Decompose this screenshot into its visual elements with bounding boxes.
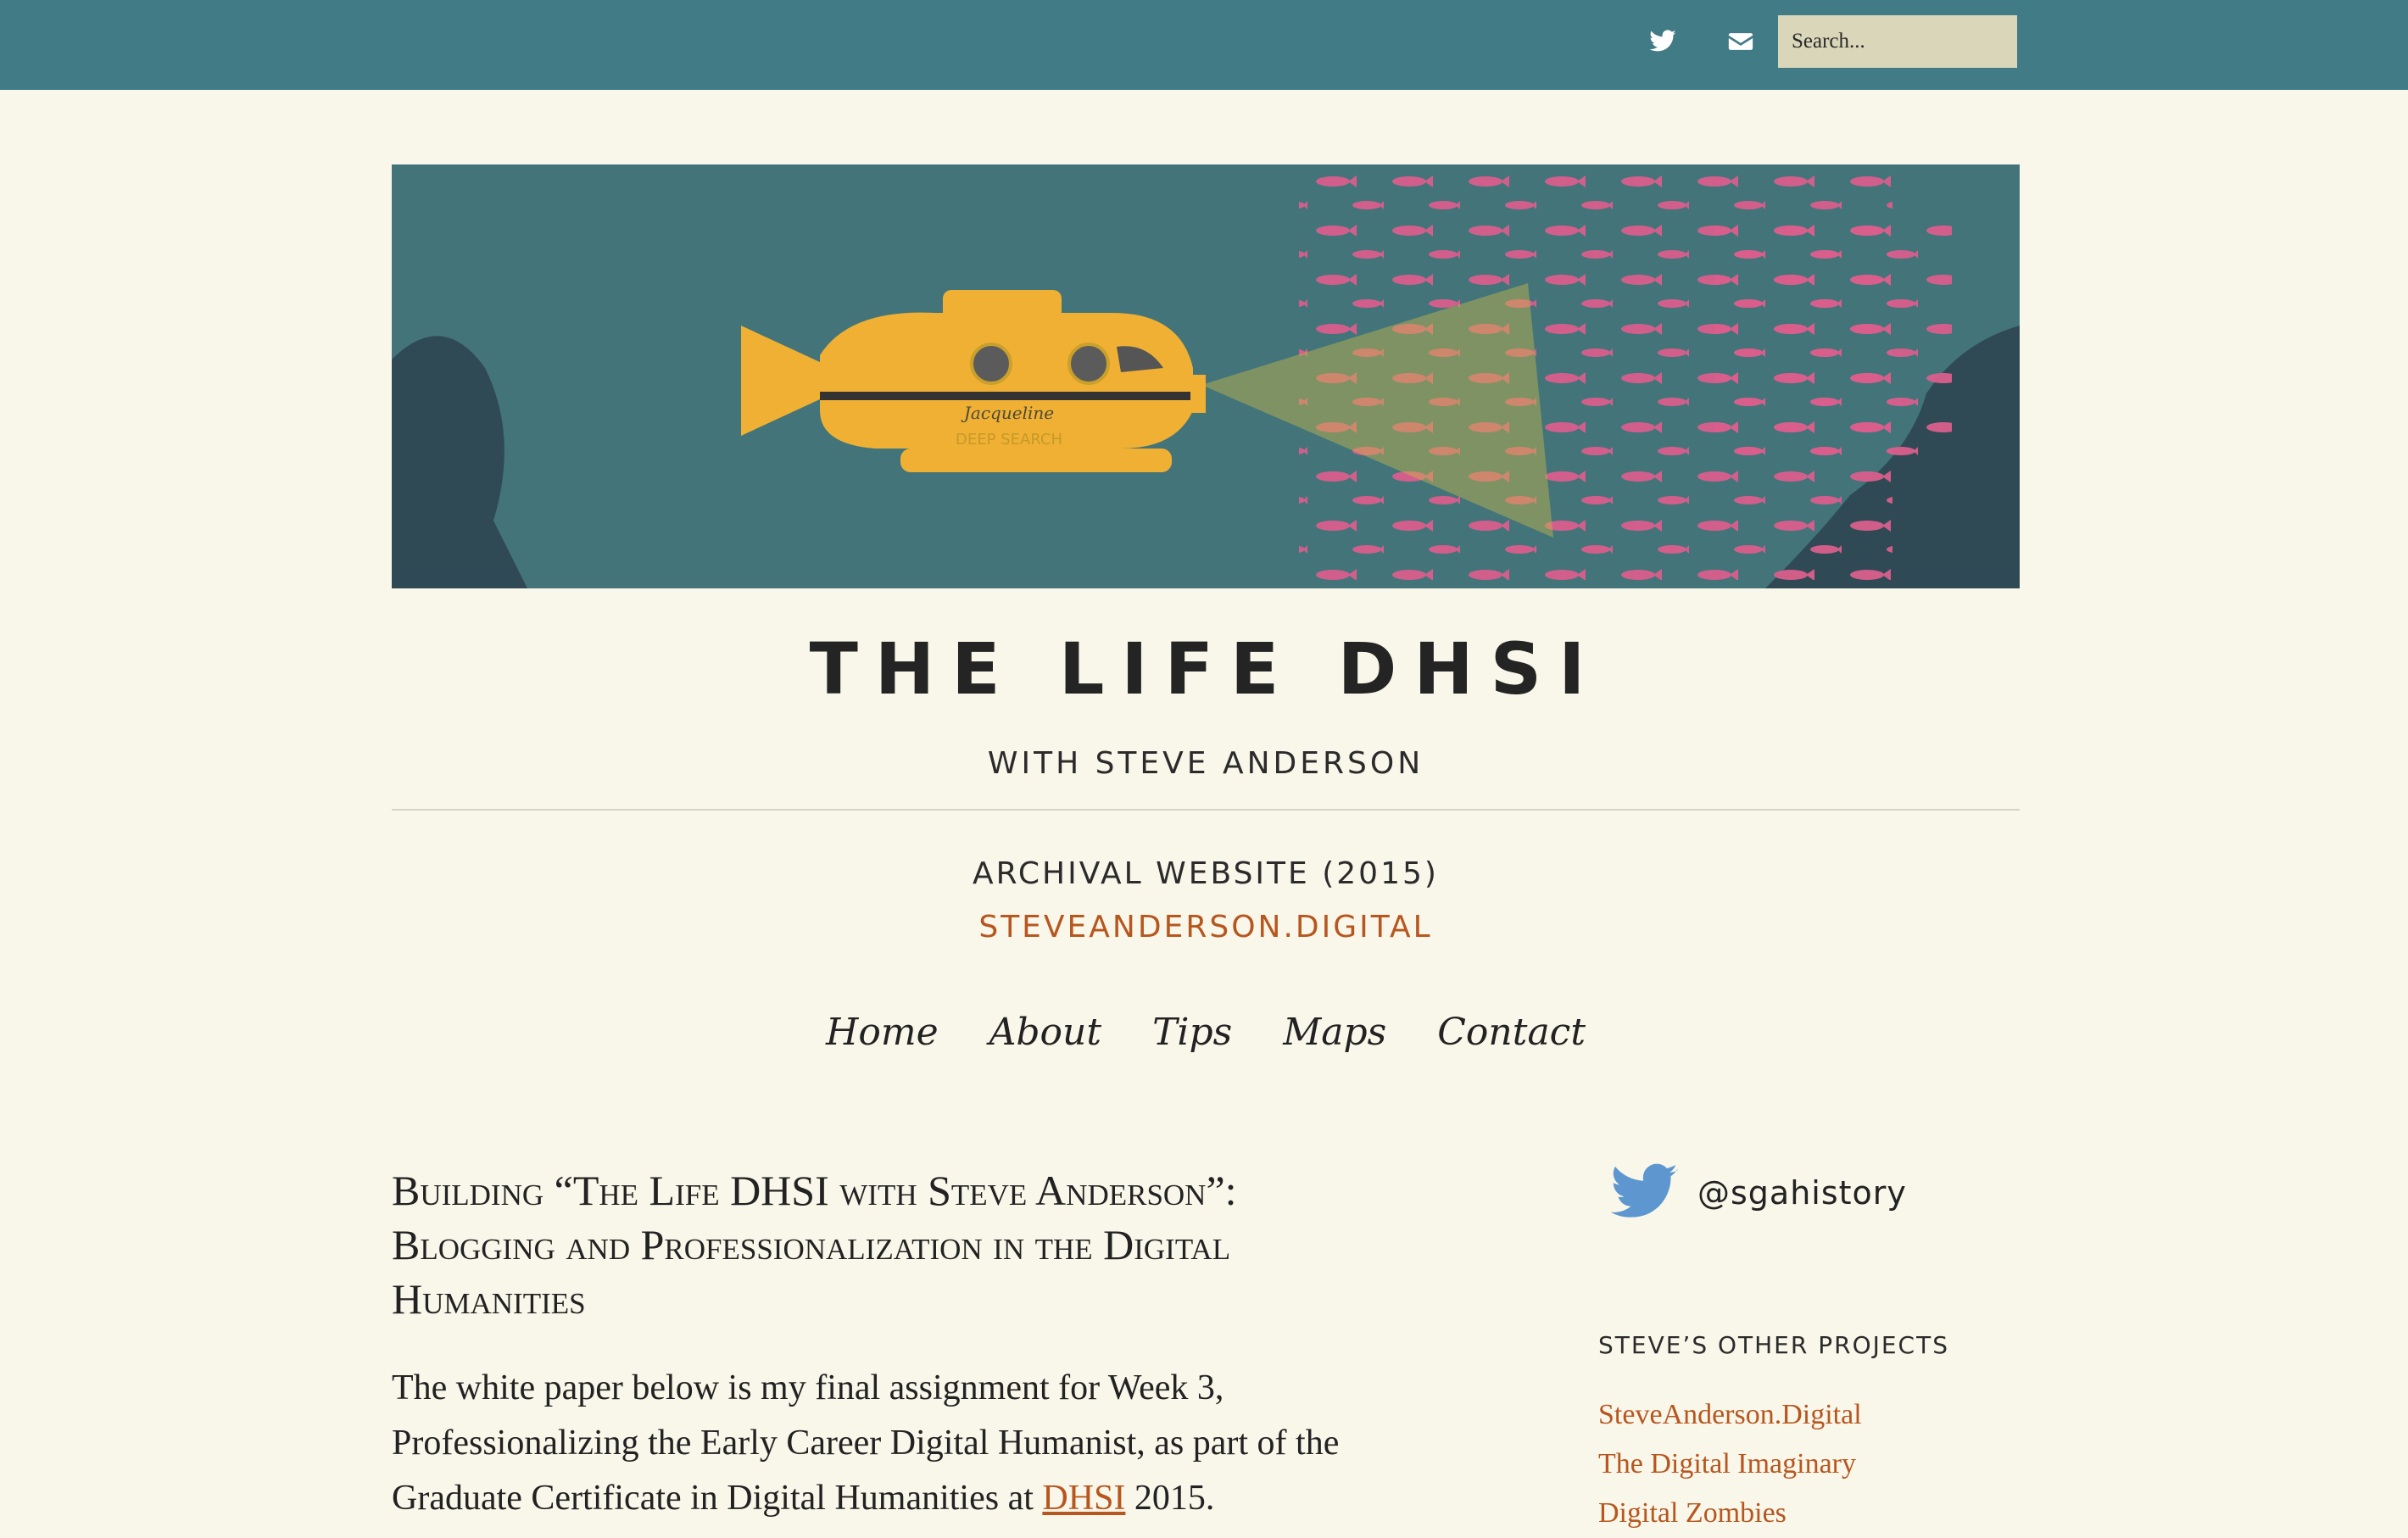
project-link-steveanderson-digital[interactable]: SteveAnderson.Digital <box>1598 1399 1862 1430</box>
projects-heading: STEVE’S OTHER PROJECTS <box>1598 1331 1949 1359</box>
nav-about[interactable]: About <box>989 1011 1101 1054</box>
submarine-name-text: Jacqueline <box>961 403 1054 423</box>
nav-contact[interactable]: Contact <box>1437 1011 1586 1054</box>
project-link-digital-zombies[interactable]: Digital Zombies <box>1598 1497 1786 1529</box>
header-banner-image: Jacqueline DEEP SEARCH <box>392 164 2020 588</box>
envelope-icon[interactable] <box>1718 20 1764 63</box>
nav-maps[interactable]: Maps <box>1283 1011 1386 1054</box>
site-subtitle: WITH STEVE ANDERSON <box>987 746 1424 781</box>
post-body-text-end: 2015. <box>1125 1479 1215 1518</box>
projects-list: SteveAnderson.Digital The Digital Imagin… <box>1598 1390 1862 1538</box>
dhsi-link[interactable]: DHSI <box>1042 1479 1125 1518</box>
top-bar <box>0 0 2408 90</box>
submarine-illustration: Jacqueline DEEP SEARCH <box>392 164 2020 588</box>
nav-tips[interactable]: Tips <box>1152 1011 1232 1054</box>
archive-link[interactable]: STEVEANDERSON.DIGITAL <box>392 910 2020 945</box>
search-input[interactable] <box>1778 15 2017 68</box>
twitter-handle[interactable]: @sgahistory <box>1697 1174 1907 1212</box>
header-divider <box>392 809 2020 811</box>
list-item: SteveAnderson.Digital <box>1598 1390 1862 1440</box>
site-title[interactable]: THE LIFE DHSI <box>392 627 2020 710</box>
archive-label: ARCHIVAL WEBSITE (2015) <box>973 856 1439 891</box>
submarine-tag-text: DEEP SEARCH <box>956 431 1062 449</box>
list-item: Digital Zombies <box>1598 1489 1862 1538</box>
twitter-bird-icon <box>1610 1163 1678 1218</box>
list-item: The Digital Imaginary <box>1598 1440 1862 1489</box>
nav-home[interactable]: Home <box>826 1011 939 1054</box>
post-body: The white paper below is my final assign… <box>392 1361 1460 1526</box>
twitter-icon[interactable] <box>1640 20 1686 63</box>
main-nav: Home About Tips Maps Contact <box>392 1011 2020 1054</box>
project-link-digital-imaginary[interactable]: The Digital Imaginary <box>1598 1448 1856 1479</box>
post-title[interactable]: Building “The Life DHSI with Steve Ander… <box>392 1163 1409 1326</box>
twitter-follow[interactable]: @sgahistory <box>1603 1156 1907 1229</box>
